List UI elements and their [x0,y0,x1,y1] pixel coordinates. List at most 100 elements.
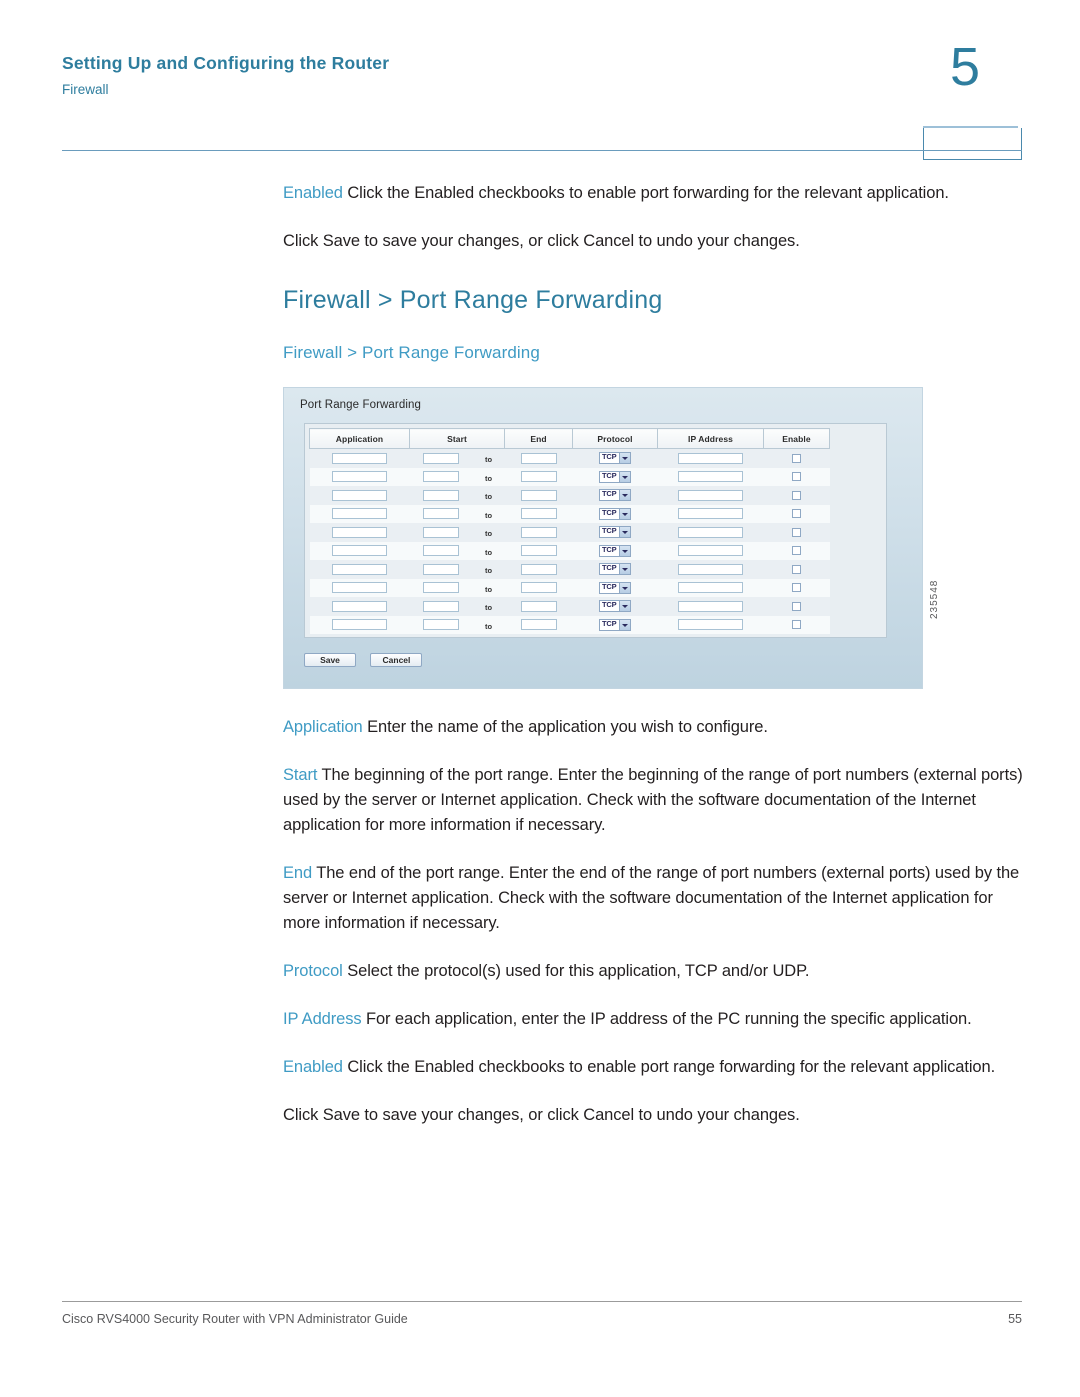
running-header: Setting Up and Configuring the Router Fi… [62,40,1022,160]
start-port-input[interactable] [423,600,459,612]
end-port-input[interactable] [520,508,557,520]
paragraph-text: Enter the name of the application you wi… [362,718,768,736]
protocol-select[interactable]: TCP [599,489,631,502]
application-input[interactable] [332,563,387,575]
paragraph-text: The end of the port range. Enter the end… [283,864,1020,932]
cell-range-separator: to [472,541,505,560]
table-row: to TCP [309,523,830,542]
start-port-input[interactable] [423,489,459,501]
ip-address-input[interactable] [678,489,743,501]
application-input[interactable] [332,508,387,520]
ip-address-input[interactable] [678,526,743,538]
end-port-input[interactable] [520,489,557,501]
start-port-input[interactable] [423,582,459,594]
enable-checkbox[interactable] [792,564,802,574]
enable-checkbox[interactable] [792,546,802,556]
range-separator-label: to [484,621,493,631]
chevron-down-icon [619,564,630,575]
protocol-select[interactable]: TCP [599,507,631,520]
term-start: Start [283,766,318,784]
protocol-select[interactable]: TCP [599,563,631,576]
enable-checkbox[interactable] [792,583,802,593]
protocol-select[interactable]: TCP [599,544,631,557]
ip-address-input[interactable] [678,582,743,594]
protocol-select[interactable]: TCP [599,618,631,631]
start-port-input[interactable] [423,563,459,575]
start-port-input[interactable] [423,508,459,520]
application-input[interactable] [332,452,387,464]
paragraph-save-cancel-outro: Click Save to save your changes, or clic… [283,1103,1028,1128]
enable-checkbox[interactable] [792,601,802,611]
cell-protocol: TCP [572,448,658,468]
cell-start [409,523,473,542]
end-port-input[interactable] [520,526,557,538]
chevron-down-icon [619,545,630,556]
end-port-input[interactable] [520,619,557,631]
application-input[interactable] [332,471,387,483]
cell-application [309,523,410,542]
range-separator-label: to [484,603,493,613]
start-port-input[interactable] [423,471,459,483]
ip-address-input[interactable] [678,545,743,557]
protocol-select[interactable]: TCP [599,470,631,483]
enable-checkbox[interactable] [792,620,802,630]
enable-checkbox[interactable] [792,527,802,537]
save-button[interactable]: Save [304,653,356,667]
application-input[interactable] [332,526,387,538]
ip-address-input[interactable] [678,600,743,612]
cell-range-separator: to [472,615,505,634]
protocol-select-value: TCP [602,563,617,573]
cell-protocol: TCP [572,578,658,597]
ip-address-input[interactable] [678,619,743,631]
end-port-input[interactable] [520,471,557,483]
table-header-row: Application Start End Protocol IP Addres… [309,428,830,449]
ip-address-input[interactable] [678,508,743,520]
cell-application [309,486,410,505]
cell-ip-address [657,504,764,523]
application-input[interactable] [332,545,387,557]
protocol-select[interactable]: TCP [599,600,631,613]
protocol-select[interactable]: TCP [599,452,631,465]
application-input[interactable] [332,600,387,612]
application-input[interactable] [332,619,387,631]
cell-ip-address [657,578,764,597]
enable-checkbox[interactable] [792,453,802,463]
end-port-input[interactable] [520,452,557,464]
ip-address-input[interactable] [678,563,743,575]
end-port-input[interactable] [520,545,557,557]
footer-document-title: Cisco RVS4000 Security Router with VPN A… [62,1312,408,1326]
start-port-input[interactable] [423,619,459,631]
start-port-input[interactable] [423,545,459,557]
column-header-start: Start [409,428,505,449]
cell-start [409,578,473,597]
application-input[interactable] [332,582,387,594]
cancel-button[interactable]: Cancel [370,653,423,667]
protocol-select-value: TCP [602,581,617,591]
ip-address-input[interactable] [678,471,743,483]
chevron-down-icon [619,582,630,593]
table-row: to TCP [309,486,830,505]
cell-enable [763,523,830,542]
cell-start [409,541,473,560]
cell-application [309,578,410,597]
section-heading: Firewall > Port Range Forwarding [283,286,663,314]
cell-ip-address [657,560,764,579]
cell-application [309,615,410,634]
end-port-input[interactable] [520,582,557,594]
end-port-input[interactable] [520,563,557,575]
protocol-select[interactable]: TCP [599,526,631,539]
table-row: to TCP [309,560,830,579]
start-port-input[interactable] [423,452,459,464]
end-port-input[interactable] [520,600,557,612]
enable-checkbox[interactable] [792,490,802,500]
protocol-select[interactable]: TCP [599,581,631,594]
start-port-input[interactable] [423,526,459,538]
chevron-down-icon [619,619,630,630]
application-input[interactable] [332,489,387,501]
enable-checkbox[interactable] [792,472,802,482]
header-divider [62,150,1022,151]
ip-address-input[interactable] [678,452,743,464]
cell-protocol: TCP [572,486,658,505]
cell-enable [763,578,830,597]
enable-checkbox[interactable] [792,509,802,519]
